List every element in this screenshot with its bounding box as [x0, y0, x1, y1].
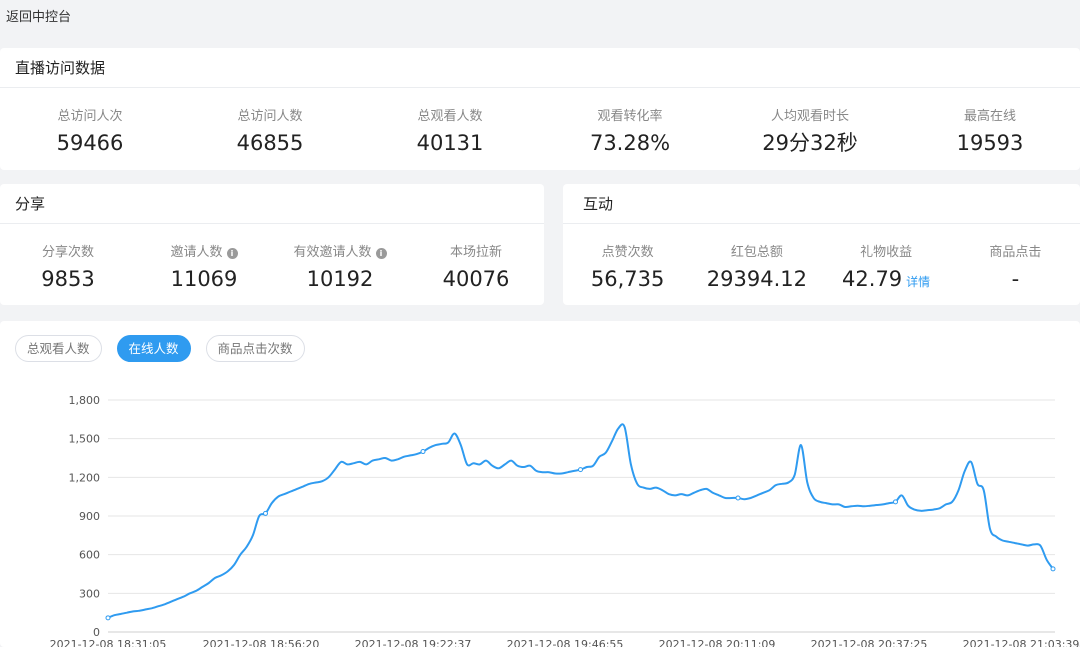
data-point	[105, 615, 111, 621]
stat-label: 总观看人数	[417, 109, 483, 124]
x-tick-label: 2021-12-08 20:11:09	[659, 638, 776, 647]
stat-label: 点赞次数	[601, 245, 654, 260]
stat-label: 邀请人数	[170, 245, 223, 260]
series-points	[105, 449, 1056, 621]
x-tick-label: 2021-12-08 18:31:05	[50, 638, 167, 647]
y-tick-label: 300	[79, 587, 100, 600]
visit-stats-card: 直播访问数据 总访问人次 59466 总访问人数 46855 总观看人数 40131 …	[0, 48, 1080, 170]
x-tick-label: 2021-12-08 19:46:55	[507, 638, 624, 647]
data-point	[1050, 566, 1056, 572]
stat-label: 本场拉新	[449, 245, 502, 260]
stat-label-row: 有效邀请人数 i	[272, 241, 408, 260]
stat-valid-invite-count: 有效邀请人数 i 10192	[272, 241, 408, 292]
stat-label: 观看转化率	[597, 109, 663, 124]
x-tick-label: 2021-12-08 20:37:25	[811, 638, 928, 647]
stat-value: 73.28%	[589, 131, 671, 155]
stat-label: 总访问人次	[57, 109, 123, 124]
chart-card: 总观看人数 在线人数 商品点击次数 0 300 600 900 1,200 1,500 1,…	[0, 321, 1080, 647]
stat-total-visitors: 总访问人数 46855	[180, 105, 360, 156]
stat-product-clicks: 商品点击 -	[951, 241, 1080, 295]
stat-gift-revenue: 礼物收益 42.79 详情	[822, 241, 951, 295]
stat-label: 商品点击	[989, 245, 1042, 260]
stat-peak-online: 最高在线 19593	[900, 105, 1080, 156]
stat-value: 46855	[236, 131, 304, 155]
x-tick-label: 2021-12-08 19:22:37	[355, 638, 472, 647]
stat-label: 红包总额	[730, 245, 783, 260]
stat-label: 最高在线	[963, 109, 1016, 124]
stat-value: 42.79	[842, 267, 903, 291]
share-card: 分享 分享次数 9853 邀请人数 i 11069 有效邀请人数 i 10192 本场拉新…	[0, 184, 544, 305]
data-point	[578, 467, 583, 473]
y-tick-label: 1,500	[69, 433, 101, 446]
stat-value: -	[1011, 267, 1020, 291]
chart-y-axis: 03006009001,2001,5001,800	[69, 394, 101, 639]
stat-label: 总访问人数	[237, 109, 303, 124]
share-title: 分享	[0, 184, 544, 224]
stat-value: 40076	[442, 267, 510, 291]
stat-label: 有效邀请人数	[293, 245, 372, 260]
interaction-stats-row: 点赞次数 56,735 红包总额 29394.12 礼物收益 42.79 详情 商品点击…	[563, 224, 1080, 295]
series-line	[107, 423, 1054, 619]
y-tick-label: 1,800	[69, 394, 101, 407]
y-tick-label: 600	[79, 549, 100, 562]
chart-grid	[108, 399, 1055, 633]
stat-value: 29分32秒	[762, 131, 858, 155]
stat-label: 礼物收益	[860, 245, 913, 260]
interaction-title: 互动	[563, 184, 1080, 224]
stat-value: 11069	[170, 267, 238, 291]
share-stats-row: 分享次数 9853 邀请人数 i 11069 有效邀请人数 i 10192 本场拉新 400…	[0, 224, 544, 292]
data-point	[263, 510, 268, 516]
x-tick-label: 2021-12-08 21:03:39	[963, 638, 1080, 647]
stat-label: 分享次数	[41, 245, 94, 260]
stat-value: 19593	[956, 131, 1024, 155]
stat-label-row: 邀请人数 i	[136, 241, 272, 260]
back-to-console-link[interactable]: 返回中控台	[6, 6, 71, 25]
data-point	[420, 449, 426, 455]
y-tick-label: 900	[79, 510, 100, 523]
stat-share-count: 分享次数 9853	[0, 241, 136, 292]
stat-red-packet-total: 红包总额 29394.12	[692, 241, 821, 295]
interaction-card: 互动 点赞次数 56,735 红包总额 29394.12 礼物收益 42.79 详情 商…	[563, 184, 1080, 305]
x-tick-label: 2021-12-08 18:56:20	[203, 638, 320, 647]
stat-value: 56,735	[590, 267, 665, 291]
stat-value-row: 42.79 详情	[822, 266, 951, 295]
visit-stats-title: 直播访问数据	[0, 48, 1080, 88]
stat-value: 40131	[416, 131, 484, 155]
stat-value: 9853	[41, 267, 95, 291]
gift-detail-link[interactable]: 详情	[906, 275, 930, 289]
info-icon[interactable]: i	[375, 248, 387, 259]
visit-stats-row: 总访问人次 59466 总访问人数 46855 总观看人数 40131 观看转化率 73…	[0, 88, 1080, 156]
stat-avg-watch-time: 人均观看时长 29分32秒	[720, 105, 900, 156]
stat-label: 人均观看时长	[770, 109, 849, 124]
info-icon[interactable]: i	[226, 248, 238, 259]
stat-total-viewers: 总观看人数 40131	[360, 105, 540, 156]
chart-x-axis: 2021-12-08 18:31:05 2021-12-08 18:56:20 20…	[50, 638, 1080, 647]
stat-value: 10192	[306, 267, 374, 291]
stat-likes: 点赞次数 56,735	[563, 241, 692, 295]
stat-new-users: 本场拉新 40076	[408, 241, 544, 292]
stat-value: 59466	[56, 131, 124, 155]
stat-total-visits: 总访问人次 59466	[0, 105, 180, 156]
online-users-line-chart: 03006009001,2001,5001,800 2021-12-08 18:…	[50, 394, 1080, 647]
data-point	[735, 495, 741, 501]
data-point	[893, 499, 898, 505]
stat-invite-count: 邀请人数 i 11069	[136, 241, 272, 292]
y-tick-label: 1,200	[69, 471, 101, 484]
stat-conversion-rate: 观看转化率 73.28%	[540, 105, 720, 156]
stat-value: 29394.12	[706, 267, 807, 291]
